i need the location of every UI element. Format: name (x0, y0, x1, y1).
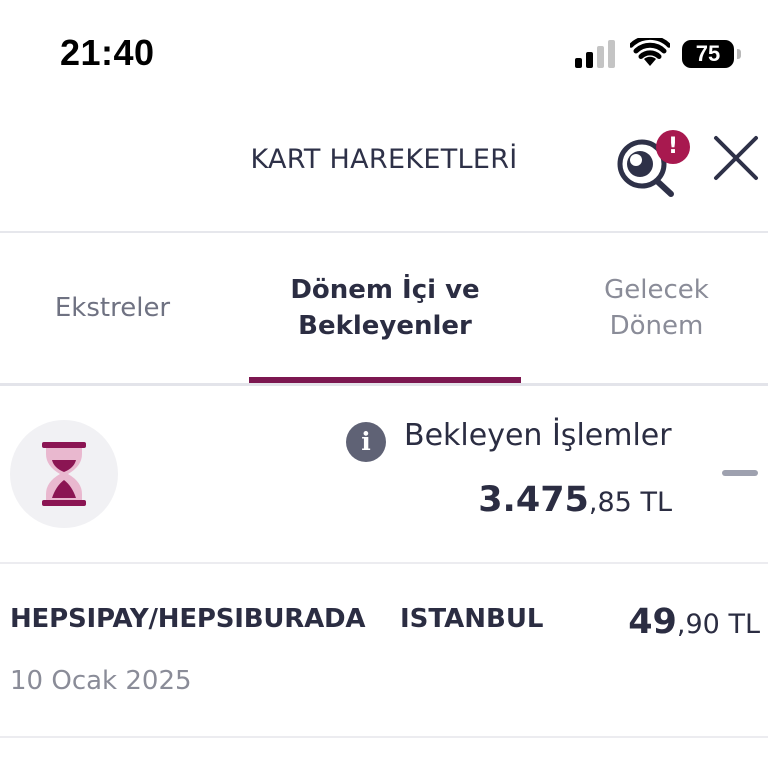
wifi-icon (630, 38, 670, 66)
tab-label: Ekstreler (54, 293, 171, 323)
battery-tip (737, 49, 741, 59)
transaction-amount-dec: ,90 (676, 609, 720, 640)
hourglass-icon-wrap (10, 420, 118, 528)
pending-amount: 3.475,85 TL (478, 480, 672, 520)
battery-level: 75 (695, 41, 721, 66)
collapse-button[interactable] (722, 470, 758, 476)
close-icon (714, 136, 758, 180)
tab-ekstreler[interactable]: Ekstreler (0, 233, 225, 383)
tab-bar: Ekstreler Dönem İçi ve Bekleyenler Gelec… (0, 233, 768, 383)
page-header: KART HAREKETLERİ ! (0, 100, 768, 232)
pending-currency: TL (631, 487, 672, 518)
info-glyph: i (361, 427, 371, 456)
search-button[interactable]: ! (612, 130, 694, 200)
transaction-amount: 49,90 TL (628, 602, 760, 642)
pending-title: Bekleyen İşlemler (404, 418, 672, 453)
transaction-merchant: HEPSIPAY/HEPSIBURADA (10, 604, 366, 634)
tab-gelecek-donem[interactable]: Gelecek Dönem (545, 233, 768, 383)
info-icon[interactable]: i (346, 422, 386, 462)
transaction-amount-int: 49 (628, 602, 677, 642)
pending-amount-int: 3.475 (478, 480, 589, 520)
close-button[interactable] (708, 130, 764, 186)
alert-badge-icon: ! (656, 130, 690, 164)
alert-badge-text: ! (667, 134, 679, 159)
table-row[interactable]: HEPSIPAY/HEPSIBURADA ISTANBUL 49,90 TL 1… (0, 564, 768, 736)
cellular-signal-icon (575, 40, 619, 68)
status-time: 21:40 (60, 32, 155, 73)
row-divider (0, 736, 768, 738)
pending-transactions-section: i Bekleyen İşlemler 3.475,85 TL (0, 386, 768, 562)
battery-icon: 75 (682, 40, 734, 68)
tab-donem-ici-ve-bekleyenler[interactable]: Dönem İçi ve Bekleyenler (249, 233, 521, 383)
hourglass-icon (42, 442, 86, 506)
transaction-currency: TL (719, 609, 760, 640)
tab-label: Gelecek Dönem (604, 275, 709, 341)
transaction-date: 10 Ocak 2025 (10, 666, 192, 696)
tab-label: Dönem İçi ve Bekleyenler (290, 275, 480, 341)
transaction-city: ISTANBUL (400, 604, 544, 634)
pending-amount-dec: ,85 (588, 487, 632, 518)
status-bar: 21:40 75 (0, 0, 768, 100)
